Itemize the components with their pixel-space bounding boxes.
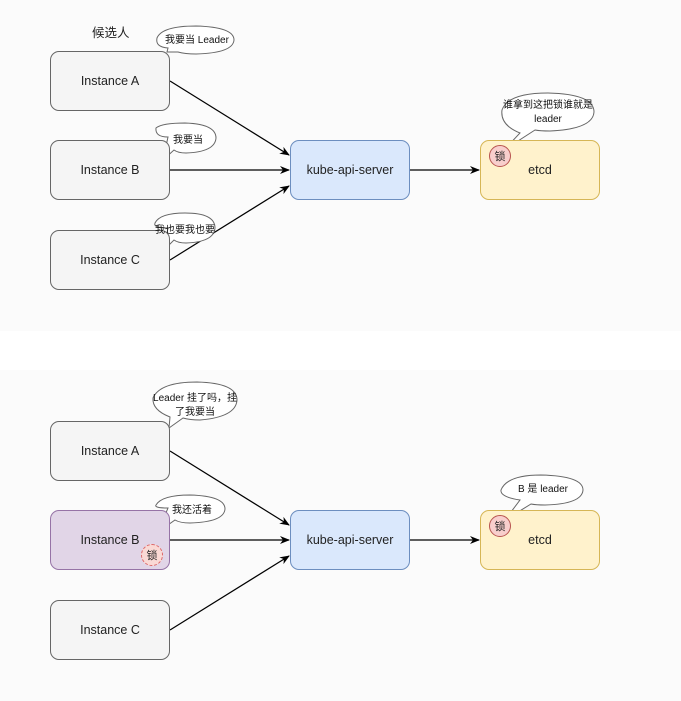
instance-c-label: Instance C: [80, 253, 140, 267]
lock-icon: 锁: [489, 145, 511, 167]
candidates-label: 候选人: [92, 26, 130, 40]
kube-api-server[interactable]: kube-api-server: [290, 140, 410, 200]
api-server-label: kube-api-server: [306, 163, 394, 177]
instance-a-label: Instance A: [80, 74, 140, 88]
lock-2-label: 锁: [494, 521, 506, 533]
etcd-2-speech-text: B 是 leader: [517, 484, 569, 495]
instance-c[interactable]: Instance C: [50, 230, 170, 290]
api-server-2-label: kube-api-server: [306, 533, 394, 547]
arrow-c-to-api-2: [169, 555, 290, 631]
etcd-speech-text: 谁拿到这把锁谁就是leader: [503, 100, 593, 125]
kube-api-server-2[interactable]: kube-api-server: [290, 510, 410, 570]
speech-c-text: 我也要我也要: [155, 225, 215, 236]
instance-a-2-label: Instance A: [80, 444, 140, 458]
lock-label: 锁: [494, 151, 506, 163]
instance-b[interactable]: Instance B: [50, 140, 170, 200]
etcd-label: etcd: [528, 163, 552, 177]
lock-icon-2: 锁: [489, 515, 511, 537]
instance-a-2[interactable]: Instance A: [50, 421, 170, 481]
instance-c-2[interactable]: Instance C: [50, 600, 170, 660]
instance-b-2-label: Instance B: [80, 533, 140, 547]
instance-c-2-label: Instance C: [80, 623, 140, 637]
speech-a-text: 我要当 Leader: [165, 35, 229, 46]
held-lock-label: 锁: [146, 550, 158, 562]
speech-b-2-text: 我还活着: [172, 505, 212, 516]
speech-a-2-text: Leader 挂了吗，挂了我要当: [153, 393, 237, 418]
speech-b-text: 我要当: [173, 135, 203, 146]
instance-a[interactable]: Instance A: [50, 51, 170, 111]
etcd-2-label: etcd: [528, 533, 552, 547]
instance-b-label: Instance B: [80, 163, 140, 177]
held-lock-icon: 锁: [141, 544, 163, 566]
